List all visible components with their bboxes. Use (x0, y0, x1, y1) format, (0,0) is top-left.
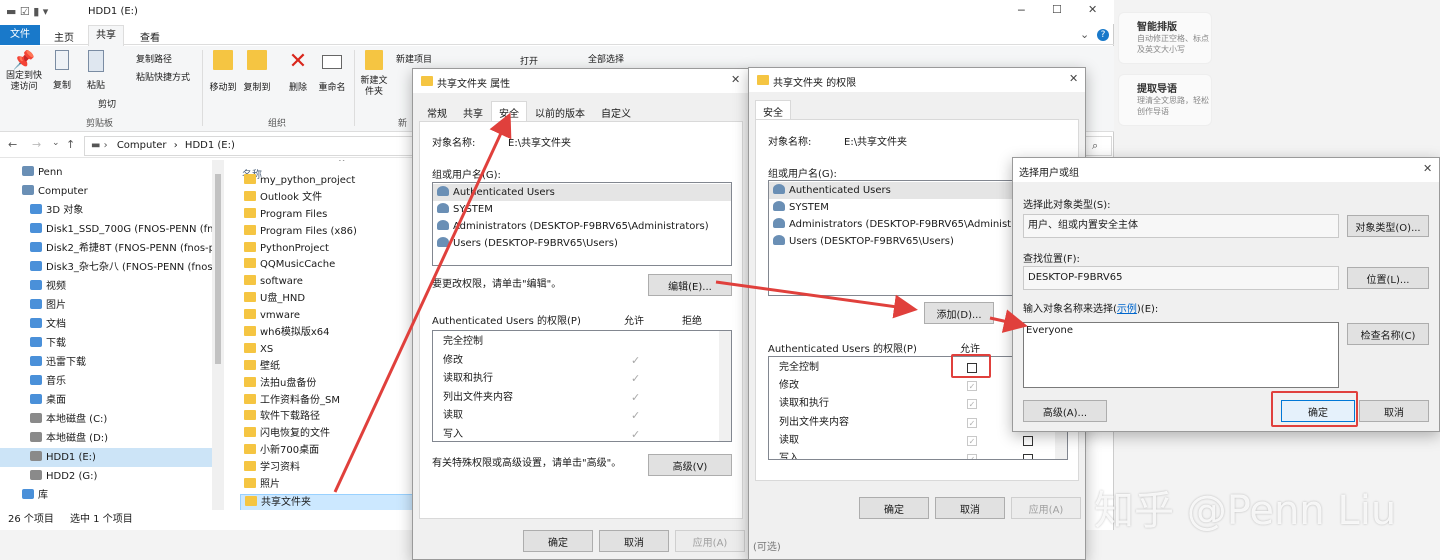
arrow-add-to-input (989, 309, 1028, 333)
watermark: 知乎 @Penn Liu (1094, 488, 1397, 534)
annotation-arrows (333, 112, 1028, 493)
arrow-to-security-tab (333, 112, 512, 493)
arrow-edit-to-add (715, 280, 918, 319)
